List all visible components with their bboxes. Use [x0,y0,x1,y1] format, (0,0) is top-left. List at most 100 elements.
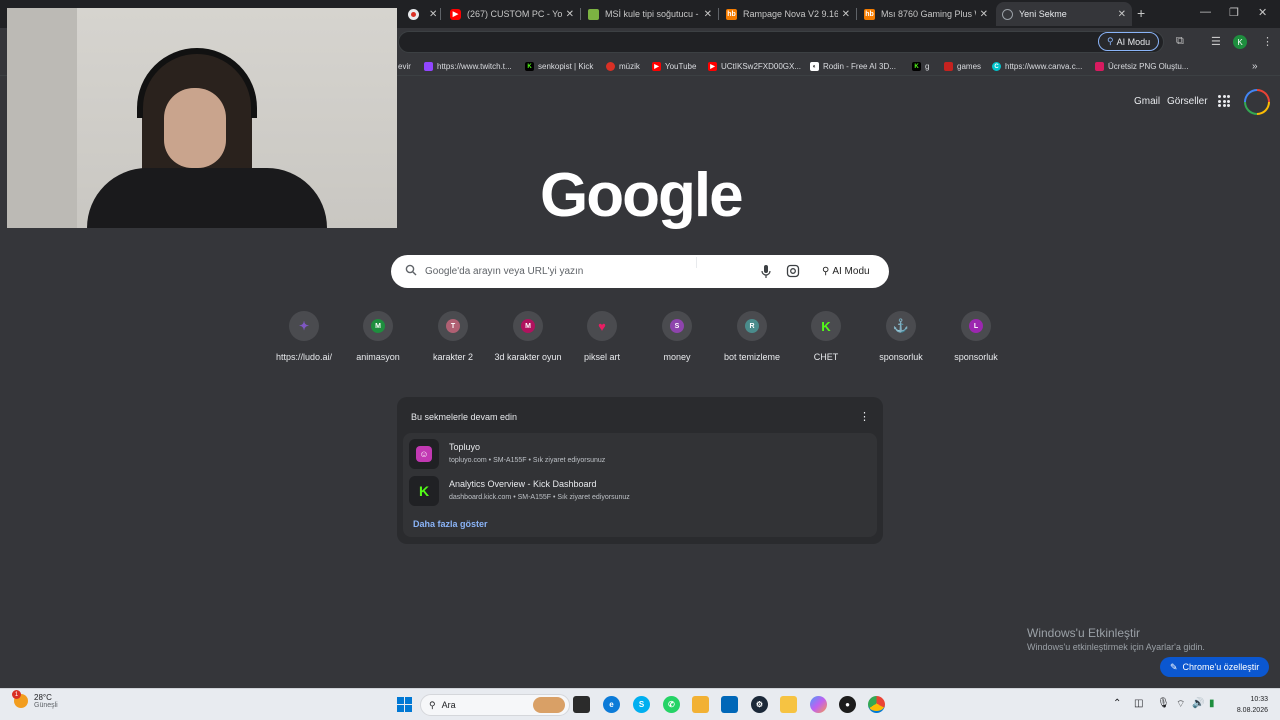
system-clock[interactable]: 10:33 8.08.2026 [1228,694,1268,716]
close-window-icon[interactable]: ✕ [1258,6,1267,19]
bookmark-item[interactable]: games [944,60,981,73]
tab-recording[interactable]: ✕ [402,2,442,26]
ai-mode-label: AI Modu [1116,36,1151,47]
list-item[interactable]: ☺ Topluyo topluyo.com • SM-A155F • Sık z… [409,437,869,471]
sticky-notes-icon[interactable] [692,696,709,713]
close-icon[interactable]: ✕ [704,9,712,20]
ai-mode-search-button[interactable]: ⚲ AI Modu [814,261,878,282]
clock-time: 10:33 [1250,696,1268,703]
tab-title: Msı 8760 Gaming Plus W [881,9,976,19]
customize-chrome-button[interactable]: ✎ Chrome'u özelleştir [1160,657,1270,677]
bookmark-item[interactable]: Chttps://www.canva.c... [992,60,1082,73]
shortcut-tile[interactable]: L sponsorluk [936,311,1016,362]
edge-icon[interactable]: e [603,696,620,713]
tab-youtube[interactable]: ▶ (267) CUSTOM PC - YouTu ✕ [444,2,580,26]
store-icon[interactable] [721,696,738,713]
rodin-icon: ◐ [810,62,819,71]
obs-icon[interactable]: ● [839,696,856,713]
bookmark-item[interactable]: ▶ YouTube [652,60,696,73]
taskbar-search[interactable]: ⚲ Ara [420,694,570,716]
shortcut-tile[interactable]: M animasyon [338,311,418,362]
lens-icon[interactable] [786,264,800,278]
close-icon[interactable]: ✕ [842,9,850,20]
bookmark-item[interactable]: https://www.twitch.t... [424,60,512,73]
shortcut-tile[interactable]: R bot temizleme [712,311,792,362]
list-item[interactable]: K Analytics Overview - Kick Dashboard da… [409,474,869,508]
tab-search-icon[interactable]: ☰ [1211,35,1221,48]
tab-new-tab[interactable]: Yeni Sekme ✕ [996,2,1132,26]
extensions-icon[interactable]: ⧉ [1176,35,1184,48]
weather-widget[interactable]: 1 28°C Güneşli [12,690,58,709]
bookmark-item[interactable]: müzik [606,60,640,73]
shortcut-tile[interactable]: K CHET [786,311,866,362]
profile-avatar[interactable]: K [1233,35,1247,49]
chrome-icon[interactable] [868,696,885,713]
tab-rampage[interactable]: hb Rampage Nova V2 9.16" G ✕ [720,2,856,26]
shortcut-label: piksel art [583,352,620,362]
close-icon[interactable]: ✕ [566,9,574,20]
letter-icon: S [670,319,684,333]
shortcut-tile[interactable]: M 3d karakter oyun [488,311,568,362]
file-explorer-icon[interactable] [780,696,797,713]
meet-icon[interactable]: ◫ [1134,698,1143,709]
copilot-icon[interactable] [810,696,827,713]
hb-icon: hb [726,8,737,20]
bookmark-item[interactable]: Kg [912,60,929,73]
png-icon [1095,62,1104,71]
close-icon[interactable]: ✕ [1118,9,1126,20]
shortcut-tile[interactable]: ⚓ sponsorluk [861,311,941,362]
item-subtitle: dashboard.kick.com • SM-A155F • Sık ziya… [449,494,630,501]
kick-icon: K [409,476,439,506]
customize-label: Chrome'u özelleştir [1182,662,1260,672]
more-bookmarks-icon[interactable]: » [1252,60,1258,73]
shortcut-tile[interactable]: ✦ https://ludo.ai/ [264,311,344,362]
shortcut-tile[interactable]: S money [637,311,717,362]
twitch-icon [424,62,433,71]
tab-msi-cooler[interactable]: MSİ kule tipi soğutucu - G ✕ [582,2,718,26]
new-tab-button[interactable]: + [1137,5,1145,21]
microphone-icon[interactable] [759,264,773,279]
task-view-icon[interactable] [573,696,590,713]
bookmark-item[interactable]: ▶ UCtIKSw2FXD00GX... [708,60,801,73]
address-bar[interactable] [398,31,1164,53]
webcam-overlay [7,8,397,228]
bookmark-item[interactable]: Ksenkopist | Kick [525,60,593,73]
images-link[interactable]: Görseller [1167,96,1208,107]
gmail-link[interactable]: Gmail [1134,96,1160,107]
shortcut-tile[interactable]: T karakter 2 [413,311,493,362]
account-avatar[interactable] [1244,89,1270,115]
speaker-icon[interactable]: 🔊 [1192,698,1204,709]
close-icon[interactable]: ✕ [980,9,988,20]
bookmark-item[interactable]: ◐ Rodin - Free AI 3D... [810,60,896,73]
search-box[interactable]: Google'da arayın veya URL'yi yazın ⚲ AI … [391,255,889,288]
show-more-link[interactable]: Daha fazla göster [413,519,488,529]
search-input[interactable]: Google'da arayın veya URL'yi yazın [425,266,583,277]
item-title: Topluyo [449,442,481,452]
minimize-icon[interactable]: — [1200,6,1211,18]
steam-icon[interactable]: ⚙ [751,696,768,713]
ai-mode-button[interactable]: ⚲ AI Modu [1098,32,1160,51]
music-icon [606,62,615,71]
tab-title: Rampage Nova V2 9.16" G [743,9,838,19]
windows-start-icon[interactable] [396,696,413,713]
canva-icon: C [992,62,1001,71]
maximize-icon[interactable]: ❐ [1229,6,1239,19]
wifi-icon[interactable]: ⌔ [1176,698,1185,711]
tab-msi-gaming[interactable]: hb Msı 8760 Gaming Plus W ✕ [858,2,994,26]
continue-tabs-card: Bu sekmelerle devam edin ⋮ ☺ Topluyo top… [397,397,883,544]
apps-grid-icon[interactable] [1218,95,1230,107]
whatsapp-icon[interactable]: ✆ [663,696,680,713]
menu-dots-icon[interactable]: ⋮ [1262,35,1273,48]
shortcut-label: CHET [813,352,839,362]
close-icon[interactable]: ✕ [429,9,437,20]
chevron-up-icon[interactable]: ⌃ [1113,698,1121,709]
microphone-icon[interactable]: 🎙 [1157,698,1170,709]
more-options-icon[interactable]: ⋮ [859,410,870,423]
shortcut-tile[interactable]: ♥ piksel art [562,311,642,362]
bookmark-label: UCtIKSw2FXD00GX... [721,62,802,71]
skype-icon[interactable]: S [633,696,650,713]
bookmark-item[interactable]: Ücretsiz PNG Oluştu... [1095,60,1188,73]
activation-watermark: Windows'u Etkinleştir Windows'u etkinleş… [1027,626,1205,652]
battery-icon[interactable]: ▮ [1209,698,1215,709]
bookmark-item[interactable]: evir [398,60,411,73]
